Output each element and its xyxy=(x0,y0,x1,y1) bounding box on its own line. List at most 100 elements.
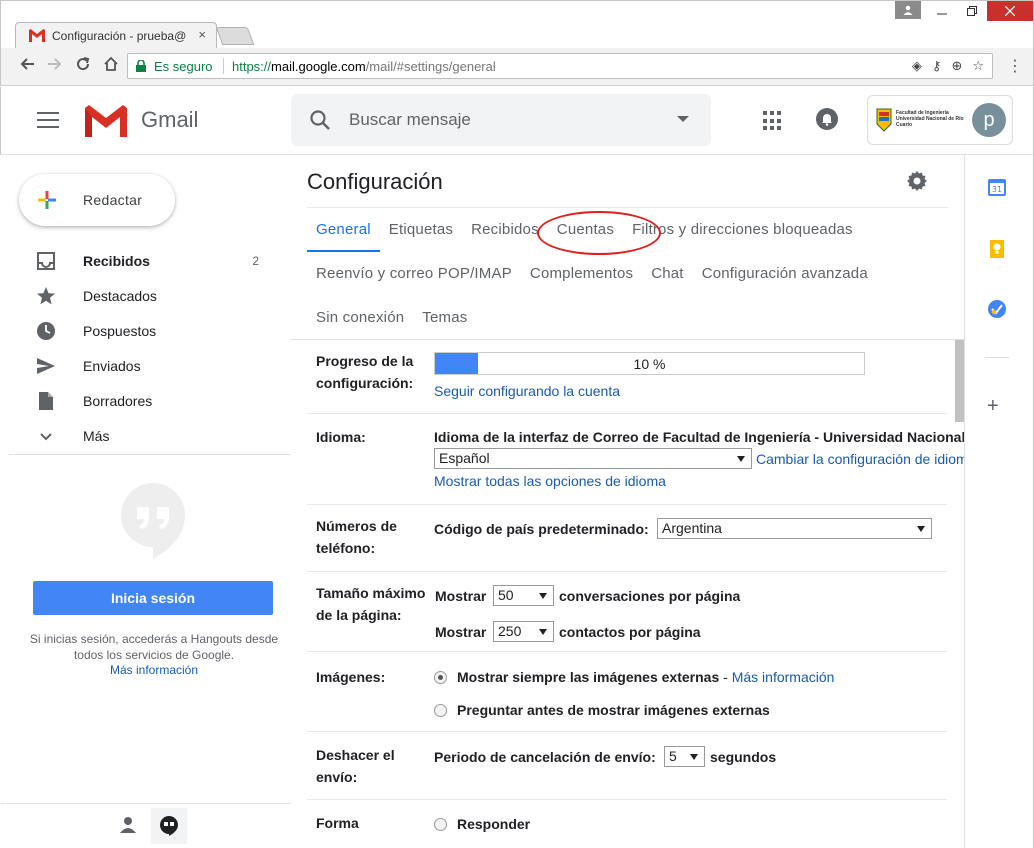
zoom-icon[interactable]: ⊕ xyxy=(951,58,962,74)
hangouts-tab-button[interactable] xyxy=(151,808,187,844)
tab-themes[interactable]: Temas xyxy=(413,296,476,340)
calendar-icon[interactable]: 31 xyxy=(987,177,1007,197)
tab-close-icon[interactable]: × xyxy=(198,27,206,42)
conversations-per-page-select[interactable]: 50 xyxy=(493,585,554,606)
images-more-info-link[interactable]: Más información xyxy=(732,669,835,685)
show-label: Mostrar xyxy=(435,624,487,640)
send-icon xyxy=(37,358,55,374)
setting-row-images: Imágenes: Mostrar siempre las imágenes e… xyxy=(307,652,947,732)
minimize-button[interactable] xyxy=(927,1,957,21)
secure-label: Es seguro xyxy=(154,59,213,74)
setting-label: Forma xyxy=(316,815,359,831)
language-select[interactable]: Español xyxy=(434,448,752,469)
setting-row-reply: Forma Responder xyxy=(307,800,947,848)
notifications-bell-icon[interactable] xyxy=(815,107,839,131)
reply-option: Responder xyxy=(457,816,531,832)
close-window-button[interactable] xyxy=(987,1,1033,21)
person-icon[interactable] xyxy=(119,816,137,834)
gmail-header: Gmail Buscar mensaje Facultad de Ingenie… xyxy=(0,87,1034,155)
key-icon[interactable]: ⚷ xyxy=(932,58,942,74)
contacts-per-page-select[interactable]: 250 xyxy=(493,621,554,642)
country-code-label: Código de país predeterminado: xyxy=(434,521,649,537)
reload-icon[interactable] xyxy=(73,56,93,77)
setting-label: Deshacer el envío: xyxy=(316,747,395,785)
clock-icon xyxy=(37,322,55,340)
chevron-down-icon xyxy=(40,433,52,441)
hangouts-bottom-bar xyxy=(1,803,291,848)
setting-label: Imágenes: xyxy=(316,669,386,685)
conversations-suffix: conversaciones por página xyxy=(559,588,741,604)
search-options-caret-icon[interactable] xyxy=(677,116,689,122)
new-tab-button[interactable] xyxy=(215,27,255,45)
search-bar[interactable]: Buscar mensaje xyxy=(291,94,711,146)
diamond-icon[interactable]: ◈ xyxy=(912,58,922,74)
tab-addons[interactable]: Complementos xyxy=(521,252,642,296)
sidebar-item-sent[interactable]: Enviados xyxy=(1,348,291,383)
tab-labels[interactable]: Etiquetas xyxy=(380,208,462,252)
tab-forwarding[interactable]: Reenvío y correo POP/IMAP xyxy=(307,252,521,296)
tab-general[interactable]: General xyxy=(307,208,380,252)
home-icon[interactable] xyxy=(101,56,121,77)
url-text[interactable]: https://mail.google.com/mail/#settings/g… xyxy=(232,59,496,74)
sidebar-item-snoozed[interactable]: Pospuestos xyxy=(1,313,291,348)
reply-radio[interactable] xyxy=(434,818,447,831)
seconds-suffix: segundos xyxy=(710,749,777,765)
gmail-wordmark: Gmail xyxy=(141,107,199,132)
tasks-icon[interactable] xyxy=(987,299,1007,319)
continue-setup-link[interactable]: Seguir configurando la cuenta xyxy=(434,383,620,399)
setting-row-undo-send: Deshacer el envío: Periodo de cancelació… xyxy=(307,732,947,800)
hangouts-more-info-link[interactable]: Más información xyxy=(23,663,285,677)
account-switcher[interactable]: Facultad de Ingeniería Universidad Nacio… xyxy=(867,95,1013,145)
tab-offline[interactable]: Sin conexión xyxy=(307,296,413,340)
add-addon-plus-icon[interactable]: + xyxy=(987,395,999,418)
ask-before-images-radio[interactable] xyxy=(434,704,447,717)
progress-percent: 10 % xyxy=(633,356,666,372)
search-icon[interactable] xyxy=(309,109,331,131)
undo-period-select[interactable]: 5 xyxy=(664,746,705,767)
search-input[interactable]: Buscar mensaje xyxy=(349,110,471,130)
gmail-logo-icon[interactable] xyxy=(85,105,127,137)
back-arrow-icon[interactable] xyxy=(17,56,37,77)
avatar[interactable]: p xyxy=(972,103,1006,137)
profile-icon[interactable] xyxy=(895,1,921,19)
hangouts-signin-button[interactable]: Inicia sesión xyxy=(33,581,273,615)
tab-chat[interactable]: Chat xyxy=(642,252,693,296)
left-sidebar: Redactar Recibidos 2 Destacados Pospuest… xyxy=(1,155,291,848)
always-show-images-radio[interactable] xyxy=(434,671,447,684)
restore-button[interactable] xyxy=(957,1,987,21)
compose-label: Redactar xyxy=(83,192,143,208)
settings-tabs-row-3: Sin conexión Temas xyxy=(307,296,476,340)
setting-label: Tamaño máximo de la página: xyxy=(316,585,426,623)
tab-inbox[interactable]: Recibidos xyxy=(462,208,548,252)
main-menu-icon[interactable] xyxy=(37,112,59,128)
apps-grid-icon[interactable] xyxy=(763,111,783,131)
browser-toolbar: Es seguro https://mail.google.com/mail/#… xyxy=(0,48,1034,86)
sidebar-item-drafts[interactable]: Borradores xyxy=(1,383,291,418)
setting-row-progress: Progreso de la configuración: 10 % Segui… xyxy=(307,340,947,414)
compose-button[interactable]: Redactar xyxy=(19,174,175,226)
keep-icon[interactable] xyxy=(987,239,1007,259)
sidebar-item-starred[interactable]: Destacados xyxy=(1,278,291,313)
browser-tab[interactable]: Configuración - prueba@ × xyxy=(15,22,217,49)
sidebar-item-inbox[interactable]: Recibidos 2 xyxy=(1,243,291,278)
settings-scrollbar[interactable] xyxy=(955,340,964,422)
ask-before-images-option: Preguntar antes de mostrar imágenes exte… xyxy=(457,702,770,718)
compose-plus-icon xyxy=(38,191,56,209)
browser-menu-icon[interactable]: ⋮ xyxy=(1007,56,1023,76)
bookmark-star-icon[interactable]: ☆ xyxy=(972,58,984,74)
tab-title: Configuración - prueba@ xyxy=(52,29,187,43)
undo-period-label: Periodo de cancelación de envío: xyxy=(434,749,656,765)
tab-advanced[interactable]: Configuración avanzada xyxy=(693,252,877,296)
gear-icon[interactable] xyxy=(907,171,927,191)
address-bar[interactable]: Es seguro https://mail.google.com/mail/#… xyxy=(127,53,993,79)
setup-progress-bar: 10 % xyxy=(434,352,865,375)
country-code-select[interactable]: Argentina xyxy=(657,518,932,539)
all-language-options-link[interactable]: Mostrar todas las opciones de idioma xyxy=(434,473,666,489)
lock-icon xyxy=(136,60,146,72)
unread-count: 2 xyxy=(252,254,259,268)
forward-arrow-icon[interactable] xyxy=(45,56,65,77)
change-language-link[interactable]: Cambiar la configuración de idioma de ot… xyxy=(756,451,964,467)
setting-row-page-size: Tamaño máximo de la página: Mostrar 50 c… xyxy=(307,572,947,652)
sidebar-item-more[interactable]: Más xyxy=(1,418,291,453)
settings-panel: Configuración General Etiquetas Recibido… xyxy=(291,155,964,848)
